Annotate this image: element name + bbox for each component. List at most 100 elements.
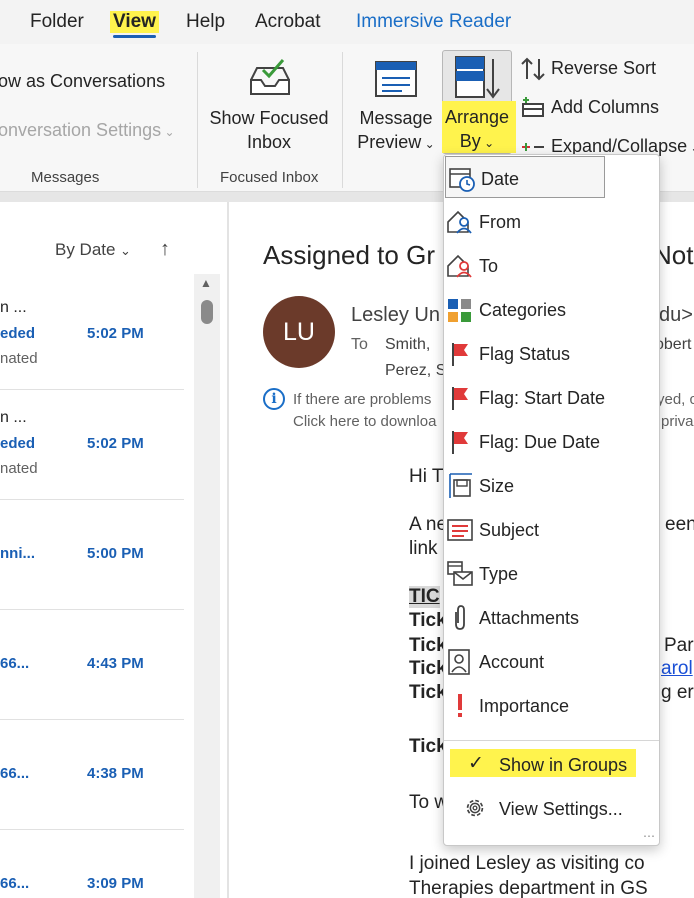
add-columns-icon [522,97,544,117]
arrange-by-to[interactable]: To [444,244,659,288]
message-subject-heading: Assigned to Gr [263,240,435,270]
chevron-down-icon: ⌄ [119,243,131,258]
message-preview-label-1: Message [359,108,433,128]
info-bar-text-tail: priva [661,413,694,430]
subject-icon [447,519,473,541]
arrange-by-from[interactable]: From [444,200,659,244]
arrange-by-date-label: Date [481,169,520,189]
message-preview-label-2: Preview ⌄ [357,132,435,152]
arrange-by-type[interactable]: Type [444,552,659,596]
arrange-by-importance-label: Importance [479,696,570,716]
info-icon: i [263,388,285,410]
type-icon [447,561,473,586]
arrange-by-to-label: To [479,256,499,276]
scroll-up-arrow-icon[interactable]: ▲ [200,276,212,290]
recipient-name-tail: obert [655,336,692,353]
download-link[interactable]: Click here to downloa [293,413,436,430]
menu-folder[interactable]: Folder [30,11,84,33]
arrange-by-account[interactable]: Account [444,640,659,684]
message-subject: eded [0,325,36,342]
scrollbar-thumb[interactable] [201,300,213,324]
arrange-by-flag-due-date[interactable]: Flag: Due Date [444,420,659,464]
sender-name[interactable]: Lesley Un [351,304,440,327]
arrange-by-categories-label: Categories [479,300,567,320]
menu-acrobat[interactable]: Acrobat [255,11,320,33]
message-sender: n ... [0,409,27,426]
arrange-by-subject-label: Subject [479,520,540,540]
show-as-conversations-button[interactable]: ow as Conversations [0,71,165,92]
arrange-by-from-label: From [479,212,521,232]
chevron-down-icon: ⌄ [421,137,435,151]
message-list-item[interactable]: 66... 3:09 PM [0,830,184,898]
sort-by-date-dropdown[interactable]: By Date ⌄ [55,240,145,264]
message-list-item[interactable]: 66... 4:43 PM [0,610,184,720]
message-list-item[interactable]: n ... eded nated 5:02 PM [0,390,184,500]
arrange-by-subject[interactable]: Subject [444,508,659,552]
ticket-email-link[interactable]: arol [661,658,693,680]
show-in-groups-toggle[interactable]: ✓ Show in Groups [444,743,659,787]
menu-view[interactable]: View [110,11,159,38]
arrange-by-size-label: Size [479,476,515,496]
add-columns-button[interactable]: Add Columns [520,95,694,123]
reverse-sort-icon [521,57,545,81]
message-list-item[interactable]: nni... 5:00 PM [0,500,184,610]
ticket-field-tail: g er [661,682,694,703]
message-preview-button[interactable]: Message Preview ⌄ [352,52,440,156]
flag-start-icon [452,387,468,410]
ticket-heading: TIC [409,586,440,608]
sort-direction-arrow-icon[interactable]: ↑ [160,238,170,261]
categories-icon [448,299,471,322]
message-preview: nated [0,350,38,367]
message-preview-icon [375,61,417,97]
recipient-name[interactable]: Perez, S [385,362,446,380]
arrange-by-flag-start-date-label: Flag: Start Date [479,388,606,408]
show-in-groups-label: Show in Groups [499,755,628,775]
ticket-field: Tick [409,610,447,631]
sender-email-tail: du> [659,304,693,326]
message-list-item[interactable]: 66... 4:38 PM [0,720,184,830]
arrange-by-label-1: Arrange [444,107,510,127]
calendar-clock-icon [449,168,475,192]
message-list: By Date ⌄ ↑ n ... eded nated 5:02 PM n .… [0,202,222,898]
email-greeting: Hi T [409,466,444,487]
arrange-by-importance[interactable]: Importance [444,684,659,728]
account-icon [448,649,470,675]
arrange-by-attachments[interactable]: Attachments [444,596,659,640]
checkmark-icon: ✓ [468,753,484,774]
sort-label: By Date [55,240,116,259]
email-paragraph: I joined Lesley as visiting co [409,853,645,874]
avatar[interactable]: LU [263,296,335,368]
arrange-by-size[interactable]: Size [444,464,659,508]
view-settings-button[interactable]: View Settings... [444,787,659,831]
arrange-by-date[interactable]: Date [445,156,605,198]
arrange-by-type-label: Type [479,564,519,584]
email-paragraph: A ne [409,514,448,535]
message-subject: eded [0,435,36,452]
arrange-by-button[interactable]: Arrange By ⌄ [442,50,516,154]
show-focused-inbox-button[interactable]: Show Focused Inbox [205,52,333,156]
focused-inbox-group-label: Focused Inbox [220,169,319,186]
view-settings-label: View Settings... [499,799,623,819]
arrange-by-flag-status-label: Flag Status [479,344,571,364]
menu-help[interactable]: Help [186,11,225,33]
message-list-item[interactable]: n ... eded nated 5:02 PM [0,280,184,390]
menu-bar: Folder View Help Acrobat Immersive Reade… [0,0,694,44]
message-time: 5:02 PM [87,435,144,452]
message-subject: 66... [0,655,30,672]
resize-grip-icon[interactable]: ⋯ [643,829,655,843]
message-time: 4:38 PM [87,765,144,782]
arrange-by-flag-due-date-label: Flag: Due Date [479,432,601,452]
person-from-icon [447,210,472,234]
arrange-by-flag-status[interactable]: Flag Status [444,332,659,376]
ribbon-separator [197,52,198,188]
menu-immersive-reader[interactable]: Immersive Reader [356,11,511,33]
arrange-by-categories[interactable]: Categories [444,288,659,332]
arrange-by-flag-start-date[interactable]: Flag: Start Date [444,376,659,420]
ticket-field: Tick [409,682,447,703]
message-list-scrollbar[interactable]: ▲ [194,274,220,898]
recipient-name[interactable]: Smith, [385,336,430,354]
message-time: 5:02 PM [87,325,144,342]
arrange-by-attachments-label: Attachments [479,608,580,628]
size-icon [449,473,472,498]
reverse-sort-button[interactable]: Reverse Sort [520,56,694,84]
